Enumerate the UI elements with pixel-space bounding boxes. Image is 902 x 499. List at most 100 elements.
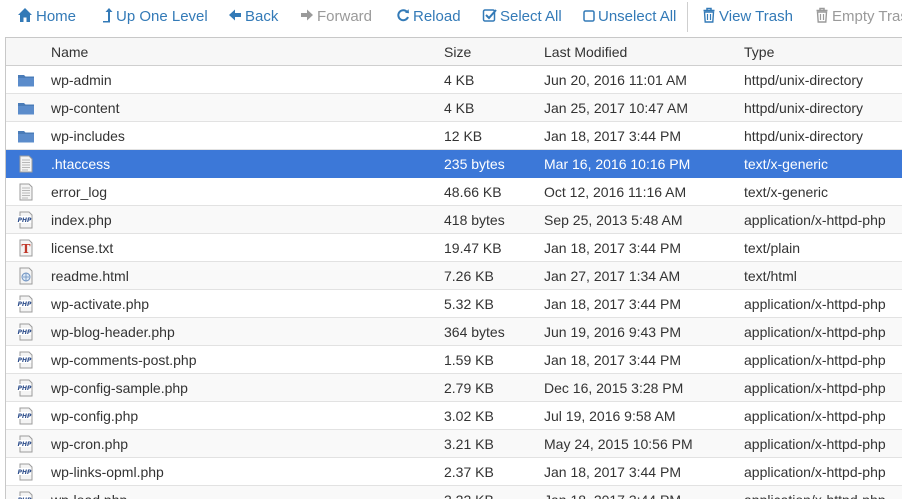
column-header-type[interactable]: Type xyxy=(744,38,774,66)
home-label: Home xyxy=(36,8,77,25)
file-name: error_log xyxy=(51,184,108,200)
folder-icon xyxy=(17,71,35,89)
file-name: license.txt xyxy=(51,240,114,256)
back-button[interactable]: Back xyxy=(228,0,278,33)
file-last-modified: Jan 25, 2017 10:47 AM xyxy=(544,100,688,116)
svg-text:PHP: PHP xyxy=(18,469,32,476)
column-header-last-modified[interactable]: Last Modified xyxy=(544,38,627,66)
text-file-icon: T xyxy=(17,239,35,257)
checkbox-empty-icon xyxy=(583,7,595,23)
file-name: wp-links-opml.php xyxy=(51,464,164,480)
file-type: text/x-generic xyxy=(744,156,829,172)
php-file-icon: PHP xyxy=(17,211,35,229)
file-size: 4 KB xyxy=(444,72,475,88)
file-name: .htaccess xyxy=(51,156,111,172)
file-size: 3.22 KB xyxy=(444,486,540,499)
file-manager-toolbar: Home Up One Level Back Forward Reload Se… xyxy=(0,0,902,33)
file-last-modified: Jul 19, 2016 9:58 AM xyxy=(544,408,676,424)
file-size: 4 KB xyxy=(444,100,475,116)
svg-text:PHP: PHP xyxy=(18,217,32,224)
table-row[interactable]: PHP wp-comments-post.php 1.59 KB Jan 18, 20… xyxy=(6,346,902,374)
arrow-right-icon xyxy=(300,7,314,23)
view-trash-button[interactable]: View Trash xyxy=(702,0,793,33)
select-all-button[interactable]: Select All xyxy=(482,0,562,33)
generic-file-icon xyxy=(17,183,35,201)
home-button[interactable]: Home xyxy=(17,0,76,33)
file-size: 2.79 KB xyxy=(444,380,494,396)
file-name: wp-config.php xyxy=(51,408,139,424)
file-last-modified: May 24, 2015 10:56 PM xyxy=(544,436,693,452)
table-row[interactable]: wp-admin 4 KB Jun 20, 2016 11:01 AM httpd/u… xyxy=(6,66,902,94)
table-row[interactable]: readme.html 7.26 KB Jan 27, 2017 1:34 AM te… xyxy=(6,262,902,290)
php-file-icon: PHP xyxy=(17,463,35,481)
toolbar-divider xyxy=(687,2,688,32)
file-type-icon-cell xyxy=(17,262,37,290)
svg-text:PHP: PHP xyxy=(18,385,32,392)
file-type-icon-cell: T xyxy=(17,234,37,262)
table-row[interactable]: PHP wp-cron.php 3.21 KB May 24, 2015 10:56 … xyxy=(6,430,902,458)
level-up-icon xyxy=(102,7,113,23)
file-size: 2.37 KB xyxy=(444,464,494,480)
file-type: application/x-httpd-php xyxy=(744,296,886,312)
trash-icon xyxy=(815,7,829,23)
file-list-table: Name Size Last Modified Type wp-admin 4 K… xyxy=(5,37,902,499)
file-last-modified: Jun 20, 2016 11:01 AM xyxy=(544,72,687,88)
file-last-modified: Jan 18, 2017 3:44 PM xyxy=(544,464,681,480)
empty-trash-button[interactable]: Empty Tras xyxy=(815,0,902,33)
file-type-icon-cell: PHP xyxy=(17,318,37,346)
table-row[interactable]: PHP wp-activate.php 5.32 KB Jan 18, 2017 3:… xyxy=(6,290,902,318)
column-header-name[interactable]: Name xyxy=(51,38,88,66)
file-type: text/html xyxy=(744,268,797,284)
table-row[interactable]: PHP wp-links-opml.php 2.37 KB Jan 18, 2017 … xyxy=(6,458,902,486)
home-icon xyxy=(17,7,33,23)
unselect-all-button[interactable]: Unselect All xyxy=(583,0,676,33)
file-name: readme.html xyxy=(51,268,129,284)
file-type-icon-cell: PHP xyxy=(17,430,37,458)
up-one-level-button[interactable]: Up One Level xyxy=(102,0,208,33)
file-type-icon-cell xyxy=(17,178,37,206)
php-file-icon: PHP xyxy=(17,379,35,397)
file-name: index.php xyxy=(51,212,112,228)
table-row[interactable]: PHP wp-blog-header.php 364 bytes Jun 19, 20… xyxy=(6,318,902,346)
table-row[interactable]: PHP wp-load.php3.22 KB Jan 18, 2017 3:44 P… xyxy=(6,486,902,499)
column-header-size[interactable]: Size xyxy=(444,38,471,66)
file-type-icon-cell: PHP xyxy=(17,458,37,486)
table-row[interactable]: error_log 48.66 KB Oct 12, 2016 11:16 AM te… xyxy=(6,178,902,206)
table-row[interactable]: Tlicense.txt 19.47 KB Jan 18, 2017 3:44 PM… xyxy=(6,234,902,262)
file-size: 12 KB xyxy=(444,128,483,144)
svg-text:PHP: PHP xyxy=(18,413,32,420)
forward-label: Forward xyxy=(317,8,373,25)
file-type-icon-cell: PHP xyxy=(17,290,37,318)
file-size: 7.26 KB xyxy=(444,268,494,284)
file-type-icon-cell: PHP xyxy=(17,206,37,234)
table-row[interactable]: PHP wp-config.php 3.02 KB Jul 19, 2016 9:58… xyxy=(6,402,902,430)
file-type-icon-cell: PHP xyxy=(17,346,37,374)
file-last-modified: Jan 18, 2017 3:44 PM xyxy=(544,352,681,368)
forward-button[interactable]: Forward xyxy=(300,0,372,33)
file-size: 5.32 KB xyxy=(444,296,494,312)
arrow-left-icon xyxy=(228,7,242,23)
select-all-label: Select All xyxy=(500,8,562,25)
reload-button[interactable]: Reload xyxy=(396,0,461,33)
file-type: application/x-httpd-php xyxy=(744,212,886,228)
file-size: 3.21 KB xyxy=(444,436,494,452)
file-last-modified: Jan 18, 2017 3:44 PM xyxy=(544,296,681,312)
php-file-icon: PHP xyxy=(17,435,35,453)
table-header: Name Size Last Modified Type xyxy=(6,38,902,66)
trash-icon xyxy=(702,7,716,23)
file-name: wp-activate.php xyxy=(51,296,150,312)
table-row[interactable]: PHP wp-config-sample.php 2.79 KB Dec 16, 20… xyxy=(6,374,902,402)
php-file-icon: PHP xyxy=(17,351,35,369)
refresh-icon xyxy=(396,7,410,23)
table-row[interactable]: wp-includes 12 KB Jan 18, 2017 3:44 PM http… xyxy=(6,122,902,150)
php-file-icon: PHP xyxy=(17,491,35,499)
generic-file-icon xyxy=(17,155,35,173)
table-row[interactable]: PHP index.php 418 bytes Sep 25, 2013 5:48 A… xyxy=(6,206,902,234)
folder-icon xyxy=(17,127,35,145)
table-row[interactable]: wp-content 4 KB Jan 25, 2017 10:47 AM httpd… xyxy=(6,94,902,122)
file-name: wp-includes xyxy=(51,128,125,144)
table-row[interactable]: .htaccess 235 bytes Mar 16, 2016 10:16 PM t… xyxy=(6,150,902,178)
file-name: wp-config-sample.php xyxy=(51,380,188,396)
svg-text:PHP: PHP xyxy=(18,301,32,308)
file-name: wp-cron.php xyxy=(51,436,129,452)
